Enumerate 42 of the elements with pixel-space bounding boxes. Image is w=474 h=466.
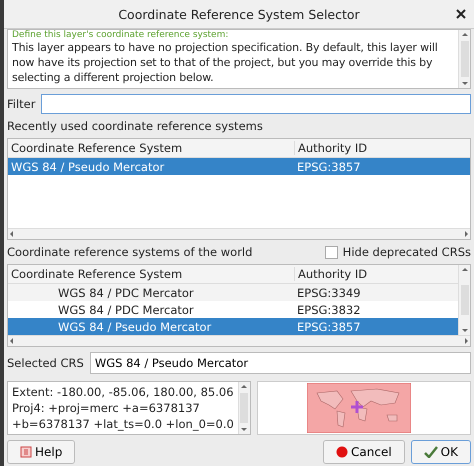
ok-button[interactable]: OK xyxy=(410,440,471,464)
detail-line: +b=6378137 +lat_ts=0.0 +lon_0=0.0 xyxy=(12,416,234,432)
window-title: Coordinate Reference System Selector xyxy=(118,6,360,22)
scroll-bar[interactable] xyxy=(8,335,470,346)
selected-crs-field[interactable]: WGS 84 / Pseudo Mercator xyxy=(90,352,471,374)
help-button[interactable]: Help xyxy=(7,440,76,464)
info-text: This layer appears to have no projection specification. By default, this layer will now have its projection set to that of the project, but you may override this by selecting a different projection below. xyxy=(12,40,439,85)
table-cell-text: EPSG:3349 xyxy=(296,286,362,300)
scroll-bar[interactable] xyxy=(238,382,250,434)
selected-crs-label: Selected CRS xyxy=(7,356,84,370)
info-heading: Define this layer's coordinate reference system: xyxy=(12,30,230,40)
cancel-button[interactable]: Cancel xyxy=(323,440,405,464)
column-header[interactable]: Coordinate Reference System xyxy=(8,267,295,281)
table-cell-text: WGS 84 / PDC Mercator xyxy=(57,302,195,316)
table-cell-text: EPSG:3857 xyxy=(296,160,362,174)
scroll-bar[interactable] xyxy=(458,30,470,88)
table-row[interactable]: WGS 84 / Pseudo Mercator EPSG:3857 xyxy=(8,158,470,175)
checkmark-icon xyxy=(424,446,438,458)
filter-field[interactable] xyxy=(41,94,471,114)
detail-line: Extent: -180.00, -85.06, 180.00, 85.06 xyxy=(12,384,234,400)
table-row[interactable]: WGS 84 / Pseudo Mercator EPSG:3857 xyxy=(8,318,458,335)
checkbox[interactable] xyxy=(324,246,338,258)
checkbox-label: Hide deprecated CRSs xyxy=(342,245,471,259)
table-cell-text: WGS 84 / Pseudo Mercator xyxy=(57,320,212,334)
close-icon[interactable] xyxy=(456,9,466,19)
table-cell-text: EPSG:3832 xyxy=(296,302,362,316)
table-cell-text: WGS 84 / Pseudo Mercator xyxy=(10,160,166,174)
stop-icon xyxy=(336,446,348,458)
column-header[interactable]: Authority ID xyxy=(295,141,470,155)
filter-label: Filter xyxy=(7,97,36,111)
section-label: Coordinate reference systems of the world xyxy=(7,245,252,259)
table-row[interactable]: WGS 84 / PDC Mercator EPSG:3349 xyxy=(8,284,458,301)
detail-line: Proj4: +proj=merc +a=6378137 xyxy=(12,400,201,416)
table-row[interactable]: WGS 84 / PDC Mercator EPSG:3832 xyxy=(8,301,458,318)
table-cell-text: EPSG:3857 xyxy=(296,320,362,334)
section-label: Recently used coordinate reference systems xyxy=(7,118,264,135)
column-header[interactable]: Authority ID xyxy=(295,267,458,281)
column-header[interactable]: Coordinate Reference System xyxy=(8,141,295,155)
help-icon xyxy=(20,446,32,458)
table-cell-text: WGS 84 / PDC Mercator xyxy=(57,286,195,300)
scroll-bar[interactable] xyxy=(8,228,470,239)
scroll-bar[interactable] xyxy=(458,265,470,335)
